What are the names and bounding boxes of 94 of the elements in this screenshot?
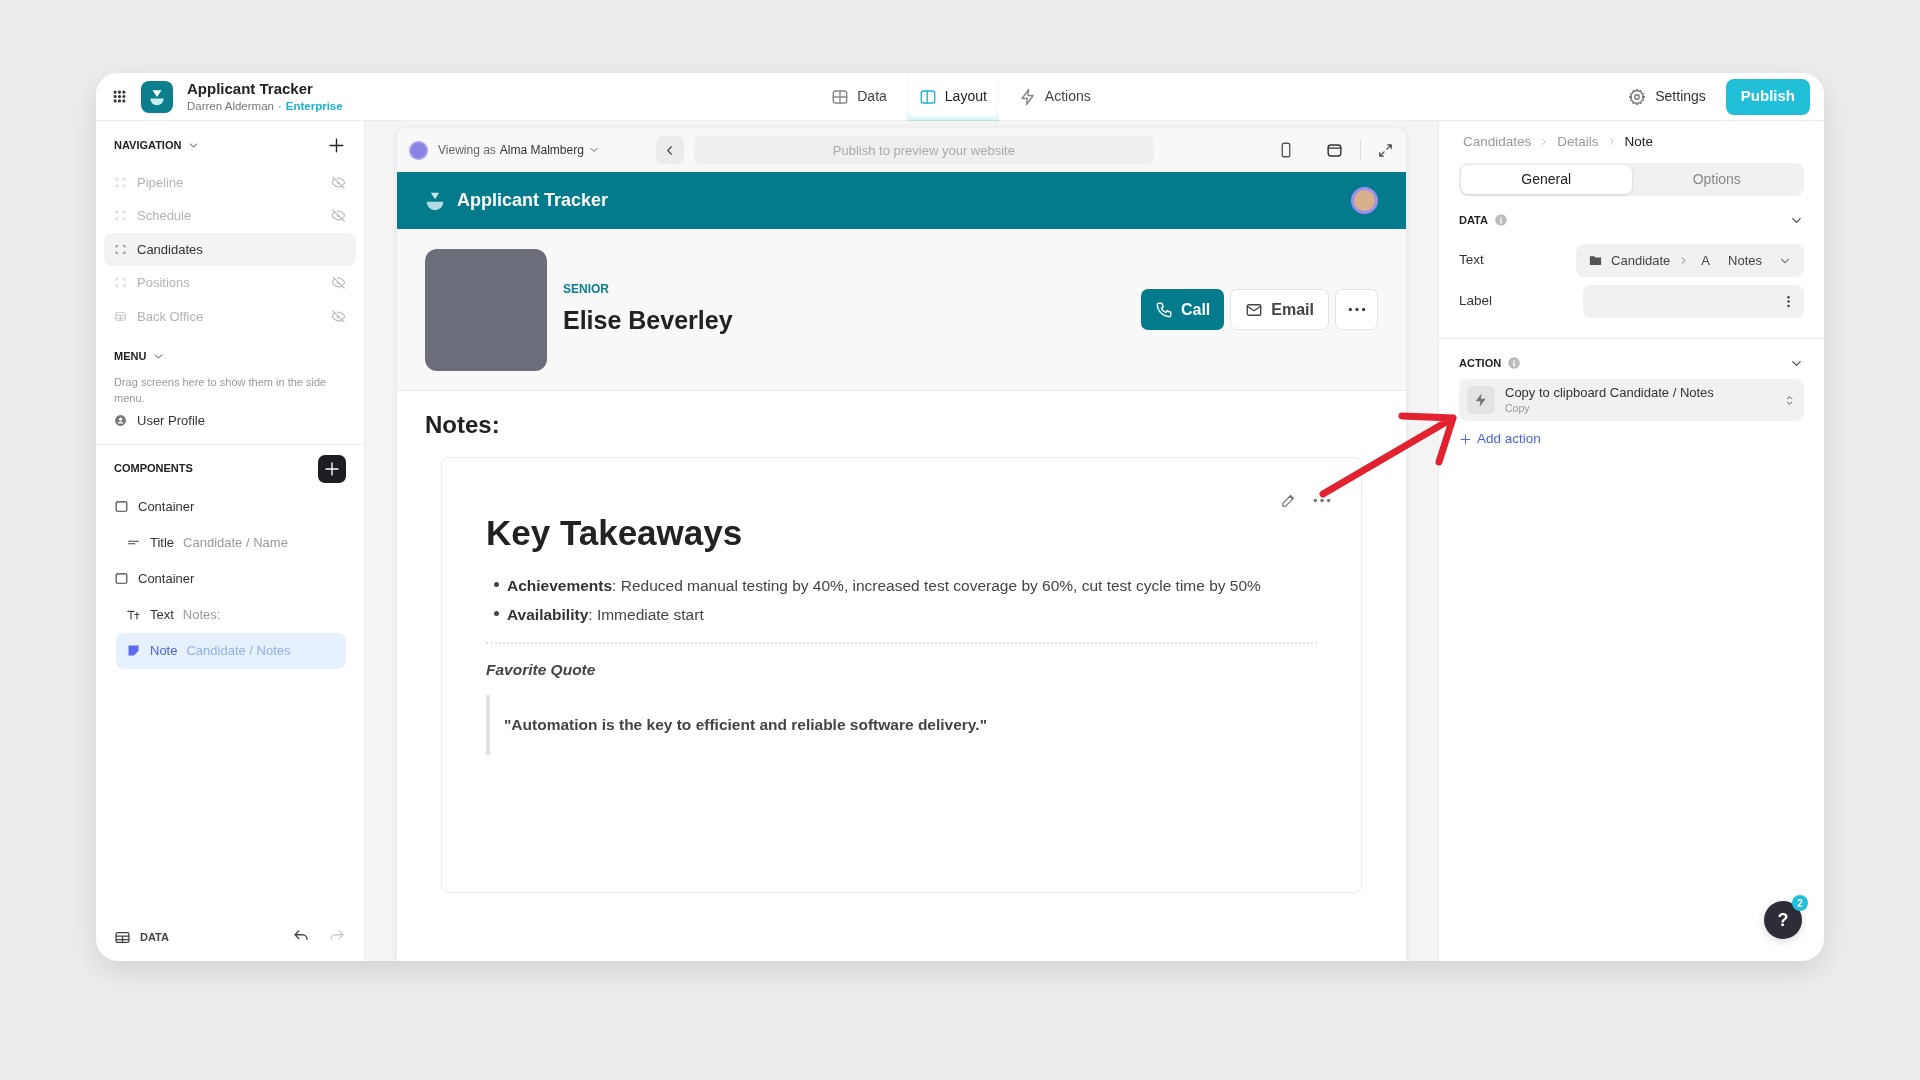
add-action-link[interactable]: Add action <box>1459 429 1541 450</box>
app-header-title: Applicant Tracker <box>457 189 609 212</box>
square-icon <box>114 571 129 586</box>
lightning-icon <box>1467 386 1495 414</box>
bullet-text: Achievements: Reduced manual testing by 40%, increased test coverage by 60%, cut test cycle time by 50% <box>507 575 1261 596</box>
component-item[interactable]: Text Notes: <box>116 596 346 633</box>
screen-frame-icon <box>114 276 127 290</box>
section-heading: COMPONENTS <box>114 461 193 477</box>
app-logo <box>141 80 173 113</box>
pencil-icon <box>1280 492 1297 509</box>
field-label: Label <box>1459 292 1494 311</box>
component-item[interactable]: Container <box>114 560 346 597</box>
source-name: Candidate <box>1611 251 1671 270</box>
more-icon <box>1313 498 1331 503</box>
hidden-eye-icon <box>331 308 346 324</box>
data-source-select[interactable]: Candidate A Notes <box>1576 244 1804 277</box>
phone-icon <box>1154 300 1173 319</box>
add-icon <box>327 135 346 155</box>
section-heading: NAVIGATION <box>114 137 182 153</box>
type-glyph: A <box>1701 251 1711 270</box>
add-icon <box>1459 432 1472 446</box>
more-icon <box>1347 307 1366 312</box>
info-icon <box>1507 356 1522 370</box>
menu-hint: Drag screens here to show them in the side menu. <box>113 374 328 406</box>
expand-icon <box>1377 141 1394 159</box>
note-heading: Key Takeaways <box>486 512 744 554</box>
screen-frame-icon <box>114 242 127 256</box>
user-icon <box>114 414 127 427</box>
add-icon <box>323 459 341 478</box>
data-label: DATA <box>140 929 169 945</box>
action-subtitle: Copy <box>1505 401 1531 415</box>
top-tab[interactable]: Data <box>819 73 899 121</box>
add-component-button[interactable] <box>318 454 346 483</box>
url-field[interactable]: Publish to preview your website <box>693 136 1154 164</box>
field-label: Text <box>1459 251 1485 270</box>
section-heading: ACTION <box>1459 355 1502 371</box>
top-tab[interactable]: Layout <box>906 73 999 121</box>
section-heading: DATA <box>1459 212 1488 228</box>
email-button[interactable]: Email <box>1230 289 1329 330</box>
component-binding: Candidate / Notes <box>186 641 291 660</box>
screen-frame-icon <box>114 209 127 223</box>
candidate-name: Elise Beverley <box>563 304 734 336</box>
plan-label: Enterprise <box>285 98 343 114</box>
square-icon <box>114 499 129 514</box>
component-type: Text <box>150 605 174 624</box>
owner-name: Darren Alderman <box>187 98 274 114</box>
quote-heading: Favorite Quote <box>486 660 597 680</box>
lightning-icon <box>1018 87 1037 106</box>
component-type: Title <box>150 533 175 552</box>
action-title: Copy to clipboard Candidate / Notes <box>1505 385 1715 402</box>
table-icon <box>114 309 127 323</box>
breadcrumb-item: Note <box>1624 132 1654 151</box>
app-title: Applicant Tracker <box>187 79 314 99</box>
settings-icon <box>1628 87 1647 106</box>
info-icon <box>1493 213 1508 227</box>
separator-dot: · <box>277 98 282 114</box>
apps-grid-icon <box>112 89 127 104</box>
action-card[interactable]: Copy to clipboard Candidate / Notes Copy <box>1459 379 1804 421</box>
component-binding: Notes: <box>182 605 221 624</box>
folder-icon <box>1588 253 1604 268</box>
avatar <box>409 140 428 160</box>
component-item[interactable]: Container <box>114 488 346 525</box>
field-value: Notes <box>1728 251 1762 270</box>
back-button[interactable] <box>655 136 684 164</box>
component-type: Container <box>138 569 195 588</box>
section-heading: MENU <box>114 349 147 365</box>
panel-tab[interactable]: General <box>1461 165 1632 194</box>
nav-item[interactable]: Candidates <box>104 233 356 266</box>
layout-icon <box>918 87 937 106</box>
more-button[interactable] <box>1335 289 1378 330</box>
component-type: Container <box>138 497 195 516</box>
bullet-text: Availability: Immediate start <box>507 604 704 625</box>
note-icon <box>126 643 141 658</box>
hidden-eye-icon <box>331 208 346 224</box>
hidden-eye-icon <box>331 275 346 291</box>
quote-text: "Automation is the key to efficient and reliable software delivery." <box>504 716 987 734</box>
seniority-label: SENIOR <box>563 280 610 298</box>
viewing-as-selector[interactable]: Viewing as Alma Malmberg <box>438 141 600 159</box>
component-item[interactable]: Title Candidate / Name <box>116 524 346 561</box>
notes-heading: Notes: <box>425 410 501 440</box>
notification-badge: 2 <box>1792 895 1808 911</box>
app-logo-icon <box>425 190 445 211</box>
component-binding: Candidate / Name <box>183 533 288 552</box>
screen-frame-icon <box>114 175 127 189</box>
top-tab[interactable]: Actions <box>1006 73 1103 121</box>
label-field[interactable] <box>1583 285 1804 318</box>
hidden-eye-icon <box>331 174 346 190</box>
component-item[interactable]: Note Candidate / Notes <box>116 632 346 669</box>
avatar <box>1351 187 1378 214</box>
menu-item[interactable]: User Profile <box>104 405 356 436</box>
component-type: Note <box>150 641 178 660</box>
table-icon <box>831 87 850 106</box>
call-button[interactable]: Call <box>1140 289 1225 330</box>
settings-button[interactable]: Settings <box>1628 86 1706 107</box>
